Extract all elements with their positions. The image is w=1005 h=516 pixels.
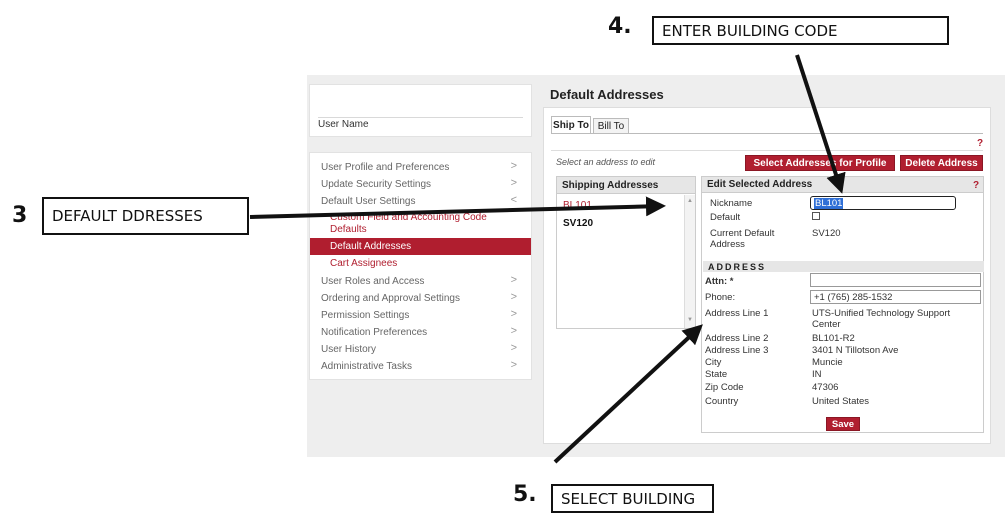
edit-address-header: Edit Selected Address	[702, 177, 983, 193]
zip-code-value: 47306	[812, 382, 839, 393]
select-hint: Select an address to edit	[556, 157, 656, 167]
help-icon[interactable]: ?	[977, 138, 983, 149]
step-5-text: SELECT BUILDING	[561, 489, 696, 508]
sidebar-item-label: Ordering and Approval Settings	[321, 293, 460, 304]
sidebar-item-ordering-approval[interactable]: Ordering and Approval Settings >	[310, 290, 531, 307]
zip-code-label: Zip Code	[705, 382, 744, 393]
user-divider	[318, 117, 523, 118]
chevron-right-icon: >	[510, 325, 517, 337]
shipping-addresses-list: Shipping Addresses BL101 SV120 ▲ ▼	[556, 176, 696, 329]
sidebar-item-label: Default User Settings	[321, 196, 416, 207]
sidebar-item-admin-tasks[interactable]: Administrative Tasks >	[310, 358, 531, 375]
default-checkbox[interactable]	[812, 212, 820, 220]
list-item-bl101[interactable]: BL101	[563, 200, 592, 211]
sidebar-item-label: Custom Field and Accounting Code Default…	[330, 212, 487, 235]
chevron-right-icon: >	[510, 274, 517, 286]
address-line-2-label: Address Line 2	[705, 333, 769, 344]
tab-bill-to[interactable]: Bill To	[593, 118, 629, 134]
edit-selected-address-panel: Edit Selected Address ? Nickname BL101 D…	[701, 176, 984, 433]
tab-divider	[551, 133, 983, 134]
sidebar-item-user-roles[interactable]: User Roles and Access >	[310, 273, 531, 290]
phone-input[interactable]: +1 (765) 285-1532	[810, 290, 981, 304]
delete-address-button[interactable]: Delete Address	[900, 155, 983, 171]
default-label: Default	[710, 212, 741, 223]
user-name-label: User Name	[318, 119, 369, 130]
help-icon[interactable]: ?	[973, 180, 979, 191]
sidebar-item-label: Default Addresses	[330, 241, 412, 252]
address-line-2-value: BL101-R2	[812, 333, 855, 344]
sidebar-item-label: Permission Settings	[321, 310, 410, 321]
country-value: United States	[812, 396, 870, 407]
sidebar-item-label: Update Security Settings	[321, 179, 432, 190]
sidebar-item-notifications[interactable]: Notification Preferences >	[310, 324, 531, 341]
chevron-right-icon: >	[510, 359, 517, 371]
sidebar-item-security[interactable]: Update Security Settings >	[310, 176, 531, 193]
address-line-1-value: UTS-Unified Technology Support Center	[812, 308, 951, 330]
select-addresses-for-profile-button[interactable]: Select Addresses for Profile	[745, 155, 895, 171]
sidebar-item-default-addresses[interactable]: Default Addresses	[310, 238, 531, 255]
chevron-right-icon: >	[510, 342, 517, 354]
attn-label: Attn: *	[705, 276, 734, 287]
sidebar-item-custom-field-defaults[interactable]: Custom Field and Accounting Code Default…	[310, 210, 510, 237]
sidebar-item-label: Administrative Tasks	[321, 361, 412, 372]
sidebar-item-user-profile[interactable]: User Profile and Preferences >	[310, 159, 531, 176]
nickname-label: Nickname	[710, 198, 753, 209]
city-label: City	[705, 357, 722, 368]
sidebar-menu: User Profile and Preferences > Update Se…	[309, 152, 532, 380]
address-line-1-label: Address Line 1	[705, 308, 769, 319]
chevron-right-icon: >	[510, 160, 517, 172]
step-4-text: ENTER BUILDING CODE	[662, 21, 838, 40]
user-panel: User Name	[309, 84, 532, 137]
chevron-left-icon: <	[510, 194, 517, 206]
shipping-addresses-header: Shipping Addresses	[557, 177, 695, 194]
sidebar-item-label: Cart Assignees	[330, 258, 398, 269]
edit-address-title: Edit Selected Address	[707, 179, 813, 190]
step-4-number: 4.	[608, 14, 632, 39]
state-label: State	[705, 369, 728, 380]
tab-ship-to[interactable]: Ship To	[551, 116, 591, 134]
step-3-text: DEFAULT DDRESSES	[52, 207, 203, 225]
sidebar-item-label: User History	[321, 344, 377, 355]
chevron-right-icon: >	[510, 177, 517, 189]
step-4-callout: ENTER BUILDING CODE	[652, 16, 949, 45]
address-section-header: ADDRESS	[703, 261, 984, 272]
sidebar-item-permissions[interactable]: Permission Settings >	[310, 307, 531, 324]
tab-label: Ship To	[553, 120, 589, 131]
current-default-label: Current Default Address	[710, 228, 775, 250]
state-value: IN	[812, 369, 822, 380]
toolbar-divider	[551, 150, 983, 151]
tab-label: Bill To	[597, 121, 625, 132]
city-value: Muncie	[812, 357, 843, 368]
sidebar-item-label: User Profile and Preferences	[321, 162, 450, 173]
scroll-down-icon[interactable]: ▼	[687, 317, 693, 323]
step-3-callout: DEFAULT DDRESSES	[42, 197, 249, 235]
list-item-sv120[interactable]: SV120	[563, 218, 593, 229]
address-line-3-value: 3401 N Tillotson Ave	[812, 345, 899, 356]
phone-label: Phone:	[705, 292, 736, 303]
nickname-input[interactable]: BL101	[810, 196, 956, 210]
sidebar-item-default-user-settings[interactable]: Default User Settings <	[310, 193, 531, 210]
sidebar-item-label: User Roles and Access	[321, 276, 425, 287]
list-scrollbar[interactable]: ▲ ▼	[684, 195, 695, 328]
page-title: Default Addresses	[550, 87, 664, 102]
save-button[interactable]: Save	[826, 417, 860, 431]
nickname-value: BL101	[814, 197, 844, 209]
sidebar-item-user-history[interactable]: User History >	[310, 341, 531, 358]
sidebar-item-label: Notification Preferences	[321, 327, 428, 338]
address-line-3-label: Address Line 3	[705, 345, 769, 356]
scroll-up-icon[interactable]: ▲	[687, 198, 693, 204]
sidebar-item-cart-assignees[interactable]: Cart Assignees	[310, 255, 531, 272]
country-label: Country	[705, 396, 739, 407]
step-5-number: 5.	[513, 482, 537, 507]
chevron-right-icon: >	[510, 291, 517, 303]
current-default-value: SV120	[812, 228, 841, 239]
chevron-right-icon: >	[510, 308, 517, 320]
step-5-callout: SELECT BUILDING	[551, 484, 714, 513]
step-3-number: 3	[12, 203, 28, 228]
attn-input[interactable]	[810, 273, 981, 287]
